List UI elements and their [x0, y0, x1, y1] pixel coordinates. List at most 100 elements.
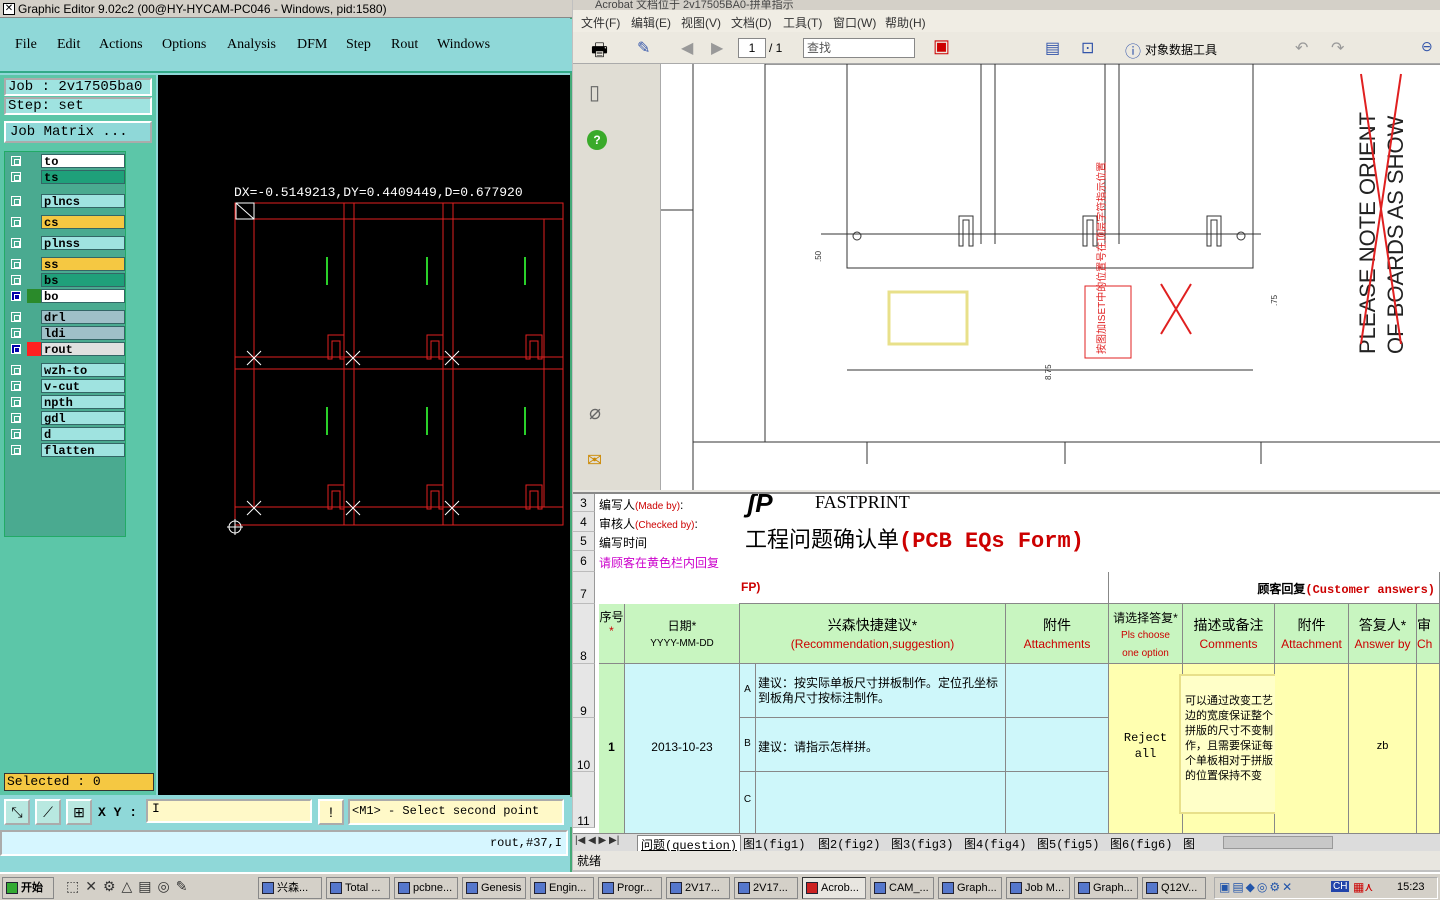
layer-checkbox[interactable]	[11, 381, 21, 391]
tab-fig2[interactable]: 图2(fig2)	[818, 835, 880, 851]
tab-fig1[interactable]: 图1(fig1)	[743, 835, 805, 851]
att-a[interactable]	[1006, 664, 1109, 718]
task-item[interactable]: Progr...	[598, 877, 662, 899]
task-item[interactable]: pcbne...	[394, 877, 458, 899]
save-icon[interactable]: ▤	[1045, 38, 1060, 58]
tab-fig5[interactable]: 图5(fig5)	[1037, 835, 1099, 851]
menu-step[interactable]: Step	[346, 37, 371, 53]
task-item[interactable]: 2V17...	[734, 877, 798, 899]
edit-icon[interactable]: ✎	[637, 38, 650, 58]
xy-input[interactable]: I	[146, 799, 312, 823]
graphics-canvas[interactable]: DX=-0.5149213,DY=0.4409449,D=0.677920	[158, 75, 570, 795]
acro-menu-document[interactable]: 文档(D)	[731, 14, 772, 31]
acro-menu-tools[interactable]: 工具(T)	[783, 14, 822, 31]
layer-checkbox[interactable]	[11, 429, 21, 439]
attachment2-cell[interactable]	[1275, 664, 1349, 834]
att-c[interactable]	[1006, 772, 1109, 834]
layer-checkbox[interactable]	[11, 259, 21, 269]
layer-row-ldi[interactable]: ldi	[7, 326, 125, 341]
input-language-indicator[interactable]: CH	[1331, 881, 1350, 892]
object-data-tool[interactable]: 对象数据工具	[1145, 41, 1217, 58]
job-matrix-button[interactable]: Job Matrix ...	[4, 121, 152, 143]
acro-menu-help[interactable]: 帮助(H)	[885, 14, 926, 31]
layer-checkbox[interactable]	[11, 328, 21, 338]
layer-checkbox[interactable]	[11, 172, 21, 182]
layer-checkbox[interactable]	[11, 291, 21, 301]
layer-row-plnss[interactable]: plnss	[7, 236, 125, 251]
acro-menu-file[interactable]: 文件(F)	[581, 14, 620, 31]
layer-checkbox[interactable]	[11, 445, 21, 455]
task-item-active[interactable]: Acrob...	[802, 877, 866, 899]
pdf-icon[interactable]: ▣	[933, 36, 950, 57]
tray-extra-icons[interactable]: ▦⋏	[1353, 880, 1373, 894]
comments-icon[interactable]: ✉	[587, 450, 602, 471]
layer-row-bo[interactable]: bo	[7, 289, 125, 304]
rec-b[interactable]: 建议：请指示怎样拼。	[756, 718, 1006, 772]
tab-question[interactable]: 问题(question)	[637, 835, 742, 851]
forward-icon[interactable]: ↷	[1331, 38, 1344, 58]
layer-checkbox[interactable]	[11, 413, 21, 423]
menu-actions[interactable]: Actions	[99, 37, 143, 53]
task-item[interactable]: Engin...	[530, 877, 594, 899]
layer-checkbox[interactable]	[11, 196, 21, 206]
horizontal-scrollbar[interactable]	[1223, 836, 1333, 849]
menu-options[interactable]: Options	[162, 37, 206, 53]
next-page-icon[interactable]: ▶	[711, 38, 723, 58]
layer-checkbox[interactable]	[11, 344, 21, 354]
layer-row-rout[interactable]: rout	[7, 342, 125, 357]
answer-by-cell[interactable]: zb	[1349, 664, 1417, 834]
close-x-icon[interactable]: ✕	[3, 3, 15, 15]
layer-checkbox[interactable]	[11, 365, 21, 375]
pdf-document-area[interactable]: 按图加ISET中的位置号在顶层字符指示位置 PLEASE NOTE ORIENT…	[661, 64, 1440, 490]
tab-fig6[interactable]: 图6(fig6)	[1110, 835, 1172, 851]
layer-row-flatten[interactable]: flatten	[7, 443, 125, 458]
layer-row-wzh-to[interactable]: wzh-to	[7, 363, 125, 378]
layer-checkbox[interactable]	[11, 156, 21, 166]
rec-a[interactable]: 建议：按实际单板尺寸拼板制作。定位孔坐标到板角尺寸按标注制作。	[756, 664, 1006, 718]
layer-row-d[interactable]: d	[7, 427, 125, 442]
layer-row-v-cut[interactable]: v-cut	[7, 379, 125, 394]
layer-row-to[interactable]: to	[7, 154, 125, 169]
menu-edit[interactable]: Edit	[57, 37, 80, 53]
choice-cell[interactable]: Reject all	[1109, 664, 1183, 834]
help-icon[interactable]: ?	[587, 130, 607, 150]
grid-tool-button[interactable]: ⊞	[66, 799, 92, 825]
page-number-input[interactable]: 1	[738, 38, 766, 58]
menu-windows[interactable]: Windows	[437, 37, 490, 53]
alert-icon[interactable]: !	[318, 799, 344, 825]
search-input[interactable]: 查找	[803, 38, 915, 58]
menu-rout[interactable]: Rout	[391, 37, 418, 53]
collapse-icon[interactable]: ⊖	[1421, 38, 1433, 55]
tab-fig4[interactable]: 图4(fig4)	[964, 835, 1026, 851]
zoom-tool-button[interactable]: ⤡	[4, 799, 30, 825]
task-item[interactable]: Genesis	[462, 877, 526, 899]
layer-checkbox[interactable]	[11, 275, 21, 285]
layer-row-cs[interactable]: cs	[7, 215, 125, 230]
layer-row-npth[interactable]: npth	[7, 395, 125, 410]
layer-row-plncs[interactable]: plncs	[7, 194, 125, 209]
start-button[interactable]: 开始	[2, 877, 54, 899]
layer-row-drl[interactable]: drl	[7, 310, 125, 325]
task-item[interactable]: 2V17...	[666, 877, 730, 899]
acro-menu-view[interactable]: 视图(V)	[681, 14, 721, 31]
layer-checkbox[interactable]	[11, 217, 21, 227]
checked-cell[interactable]	[1417, 664, 1440, 834]
menu-analysis[interactable]: Analysis	[227, 37, 276, 53]
menu-file[interactable]: File	[15, 37, 37, 53]
prev-page-icon[interactable]: ◀	[681, 38, 693, 58]
acro-menu-edit[interactable]: 编辑(E)	[631, 14, 671, 31]
menu-dfm[interactable]: DFM	[297, 37, 327, 53]
tab-fig3[interactable]: 图3(fig3)	[891, 835, 953, 851]
layer-row-bs[interactable]: bs	[7, 273, 125, 288]
task-item[interactable]: Graph...	[1074, 877, 1138, 899]
layer-checkbox[interactable]	[11, 238, 21, 248]
task-item[interactable]: Job M...	[1006, 877, 1070, 899]
attachment-icon[interactable]: ⌀	[589, 400, 601, 425]
layer-checkbox[interactable]	[11, 312, 21, 322]
tray-icons[interactable]: ▣▤◆◎⚙✕	[1219, 880, 1294, 894]
task-item[interactable]: Q12V...	[1142, 877, 1206, 899]
fit-page-icon[interactable]: ⊡	[1081, 38, 1094, 58]
task-item[interactable]: Graph...	[938, 877, 1002, 899]
layer-checkbox[interactable]	[11, 397, 21, 407]
acro-menu-window[interactable]: 窗口(W)	[833, 14, 876, 31]
